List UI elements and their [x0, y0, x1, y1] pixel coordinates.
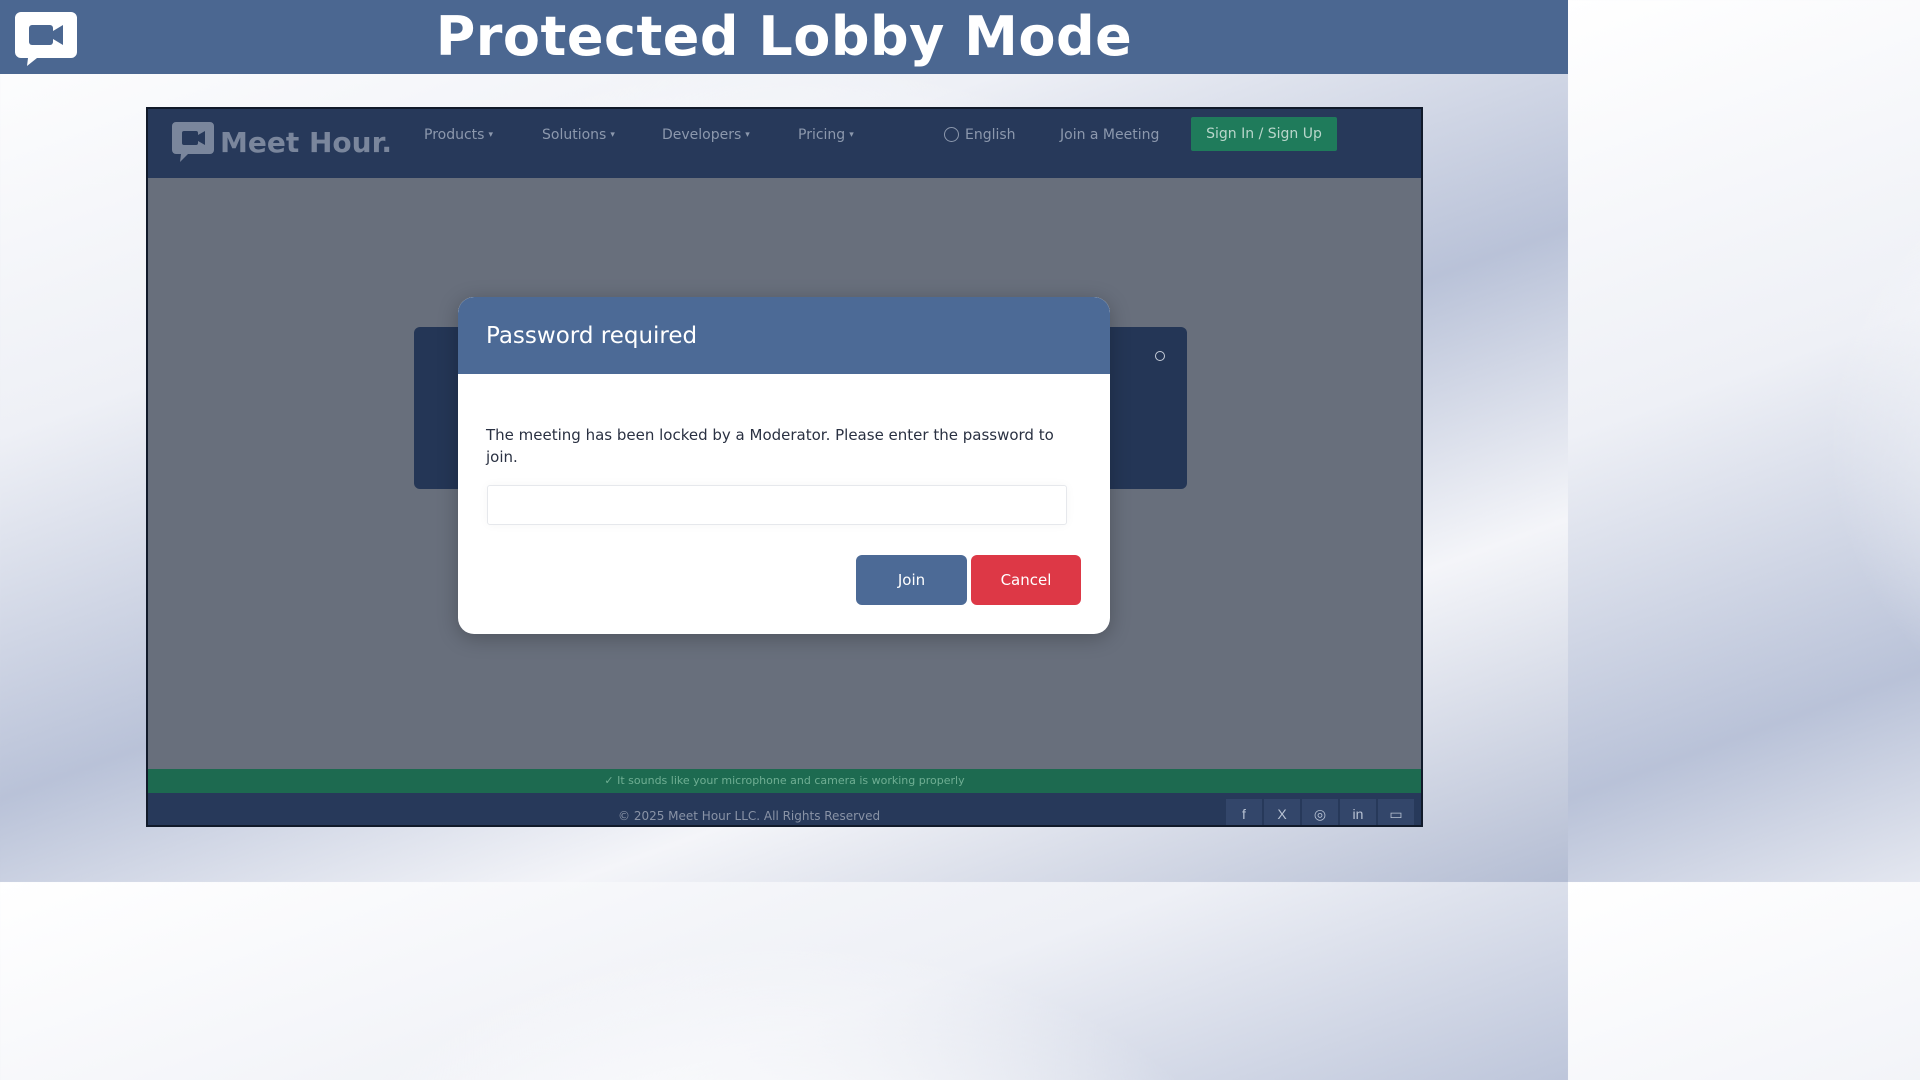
device-status-bar: ✓ It sounds like your microphone and cam… — [148, 769, 1421, 793]
globe-icon — [944, 127, 959, 142]
password-input[interactable] — [487, 485, 1067, 525]
email-icon[interactable]: ▭ — [1378, 799, 1414, 825]
language-selector[interactable]: English — [944, 127, 1016, 143]
copyright-text: © 2025 Meet Hour LLC. All Rights Reserve… — [618, 809, 881, 823]
nav-products-label: Products — [424, 127, 485, 143]
footer: © 2025 Meet Hour LLC. All Rights Reserve… — [148, 793, 1421, 825]
nav-developers-label: Developers — [662, 127, 742, 143]
dialog-title: Password required — [486, 323, 698, 349]
nav-pricing-label: Pricing — [798, 127, 846, 143]
join-meeting-link[interactable]: Join a Meeting — [1060, 127, 1159, 143]
language-label: English — [965, 127, 1016, 143]
caret-down-icon: ▾ — [745, 130, 750, 140]
instagram-icon[interactable]: ◎ — [1302, 799, 1338, 825]
meet-hour-logo-icon — [172, 122, 214, 162]
caret-down-icon: ▾ — [488, 130, 493, 140]
password-dialog: Password required The meeting has been l… — [458, 297, 1110, 634]
facebook-icon[interactable]: f — [1226, 799, 1262, 825]
caret-down-icon: ▾ — [849, 130, 854, 140]
x-twitter-icon[interactable]: X — [1264, 799, 1300, 825]
nav-solutions-label: Solutions — [542, 127, 607, 143]
page-banner: Protected Lobby Mode — [0, 0, 1568, 74]
cancel-button[interactable]: Cancel — [971, 555, 1081, 605]
nav-developers[interactable]: Developers ▾ — [662, 127, 750, 143]
settings-icon — [1155, 351, 1165, 361]
caret-down-icon: ▾ — [610, 130, 615, 140]
join-button[interactable]: Join — [856, 555, 967, 605]
navbar: Meet Hour. Products ▾ Solutions ▾ Develope… — [148, 109, 1421, 178]
nav-pricing[interactable]: Pricing ▾ — [798, 127, 854, 143]
dialog-message: The meeting has been locked by a Moderat… — [486, 426, 1054, 466]
dialog-header: Password required — [458, 297, 1110, 374]
linkedin-icon[interactable]: in — [1340, 799, 1376, 825]
nav-solutions[interactable]: Solutions ▾ — [542, 127, 615, 143]
nav-products[interactable]: Products ▾ — [424, 127, 493, 143]
brand-logo[interactable]: Meet Hour. — [172, 118, 392, 166]
signin-button[interactable]: Sign In / Sign Up — [1191, 117, 1337, 151]
brand-name: Meet Hour. — [220, 125, 393, 159]
banner-title: Protected Lobby Mode — [435, 5, 1133, 68]
